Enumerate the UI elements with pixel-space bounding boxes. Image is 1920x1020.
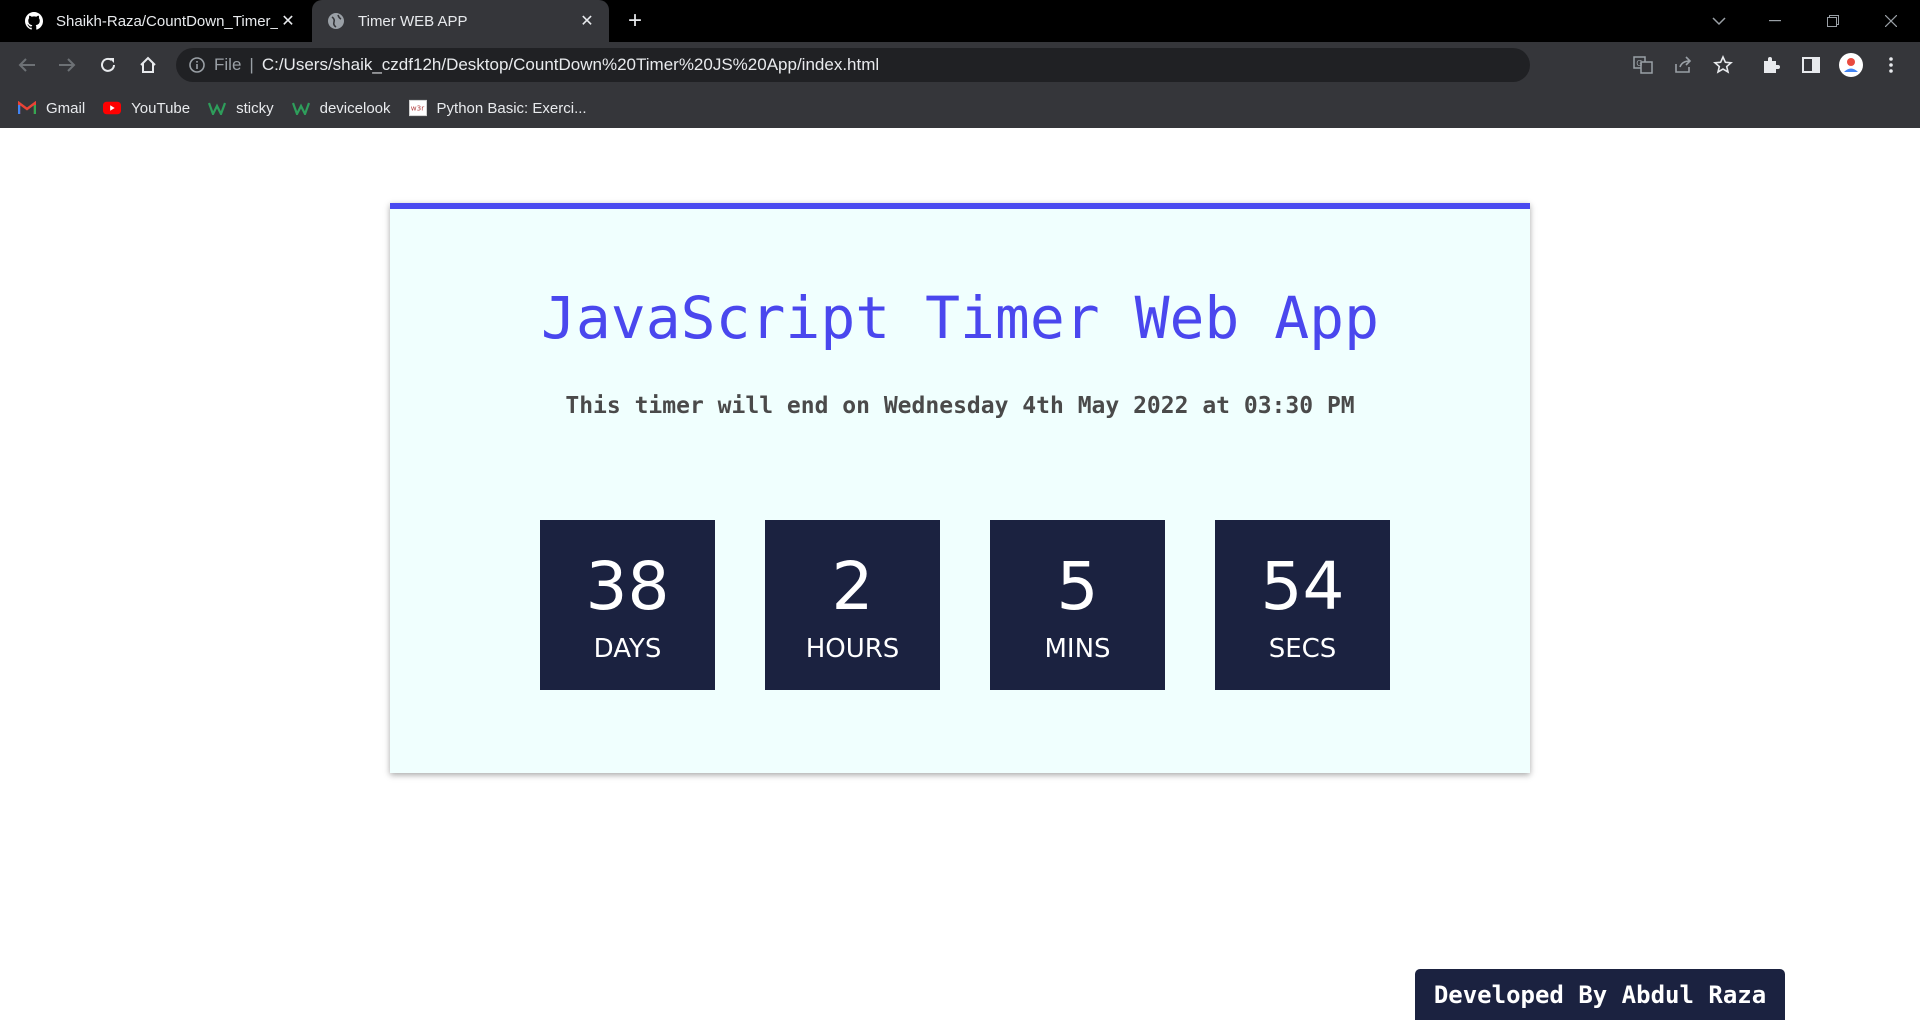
end-date-text: This timer will end on Wednesday 4th May…	[565, 393, 1355, 419]
back-button[interactable]	[11, 49, 43, 81]
bookmark-label: Python Basic: Exerci...	[436, 99, 587, 117]
days-value: 38	[585, 548, 670, 625]
profile-avatar[interactable]	[1836, 50, 1866, 80]
timer-card: JavaScript Timer Web App This timer will…	[390, 203, 1530, 773]
translate-icon[interactable]: G	[1628, 50, 1658, 80]
restore-button[interactable]	[1804, 0, 1862, 42]
bookmark-devicelook[interactable]: devicelook	[291, 94, 391, 122]
tab-title: Timer WEB APP	[358, 12, 468, 30]
tab-timer-web-app[interactable]: Timer WEB APP ✕	[312, 0, 609, 42]
youtube-icon	[103, 100, 122, 116]
bookmark-sticky[interactable]: sticky	[208, 94, 274, 122]
browser-title-bar: Shaikh-Raza/CountDown_Timer_ ✕ Timer WEB…	[0, 0, 1920, 42]
address-bar[interactable]: File | C:/Users/shaik_czdf12h/Desktop/Co…	[176, 48, 1530, 82]
w-icon	[208, 100, 227, 116]
bookmark-python-basic[interactable]: w3r Python Basic: Exerci...	[408, 94, 587, 122]
tab-title: Shaikh-Raza/CountDown_Timer_	[56, 12, 278, 30]
countdown-boxes: 38 DAYS 2 HOURS 5 MINS 54 SECS	[540, 520, 1390, 690]
mins-value: 5	[1056, 548, 1099, 625]
page-title: JavaScript Timer Web App	[540, 284, 1380, 352]
svg-text:w3r: w3r	[410, 104, 423, 113]
bookmark-gmail[interactable]: Gmail	[18, 94, 85, 122]
developer-credit: Developed By Abdul Raza	[1415, 969, 1785, 1020]
gmail-icon	[18, 100, 36, 116]
bookmark-label: Gmail	[46, 99, 86, 117]
scheme-separator: |	[249, 55, 254, 74]
tab-search-icon[interactable]	[1690, 0, 1748, 42]
bookmark-star-icon[interactable]	[1708, 50, 1738, 80]
menu-kebab-icon[interactable]	[1876, 50, 1906, 80]
home-button[interactable]	[132, 49, 164, 81]
svg-text:G: G	[1636, 59, 1642, 68]
scheme-label: File	[214, 55, 242, 74]
forward-button[interactable]	[51, 49, 83, 81]
bookmark-label: sticky	[236, 99, 274, 117]
w-icon	[291, 100, 310, 116]
secs-label: SECS	[1268, 634, 1337, 664]
reload-button[interactable]	[92, 49, 124, 81]
hours-box: 2 HOURS	[765, 520, 940, 690]
secs-value: 54	[1260, 548, 1345, 625]
github-icon	[24, 11, 44, 31]
bookmarks-bar: Gmail YouTube sticky devicelook w3r Pyth…	[0, 88, 1920, 128]
extensions-icon[interactable]	[1756, 50, 1786, 80]
share-icon[interactable]	[1668, 50, 1698, 80]
close-icon[interactable]: ✕	[278, 11, 298, 31]
info-icon[interactable]	[188, 56, 206, 74]
mins-label: MINS	[1044, 634, 1111, 664]
minimize-button[interactable]	[1746, 0, 1804, 42]
globe-icon	[326, 11, 346, 31]
new-tab-button[interactable]: +	[622, 7, 648, 34]
side-panel-icon[interactable]	[1796, 50, 1826, 80]
days-label: DAYS	[593, 634, 662, 664]
close-icon[interactable]: ✕	[577, 11, 597, 31]
tab-github[interactable]: Shaikh-Raza/CountDown_Timer_ ✕	[10, 0, 310, 42]
w3r-icon: w3r	[408, 99, 427, 117]
secs-box: 54 SECS	[1215, 520, 1390, 690]
bookmark-label: devicelook	[319, 99, 391, 117]
hours-label: HOURS	[805, 634, 900, 664]
days-box: 38 DAYS	[540, 520, 715, 690]
bookmark-youtube[interactable]: YouTube	[103, 94, 190, 122]
bookmark-label: YouTube	[131, 99, 191, 117]
close-window-button[interactable]	[1862, 0, 1920, 42]
browser-toolbar: File | C:/Users/shaik_czdf12h/Desktop/Co…	[0, 42, 1920, 88]
mins-box: 5 MINS	[990, 520, 1165, 690]
hours-value: 2	[831, 548, 874, 625]
url-text[interactable]: C:/Users/shaik_czdf12h/Desktop/CountDown…	[262, 55, 879, 75]
